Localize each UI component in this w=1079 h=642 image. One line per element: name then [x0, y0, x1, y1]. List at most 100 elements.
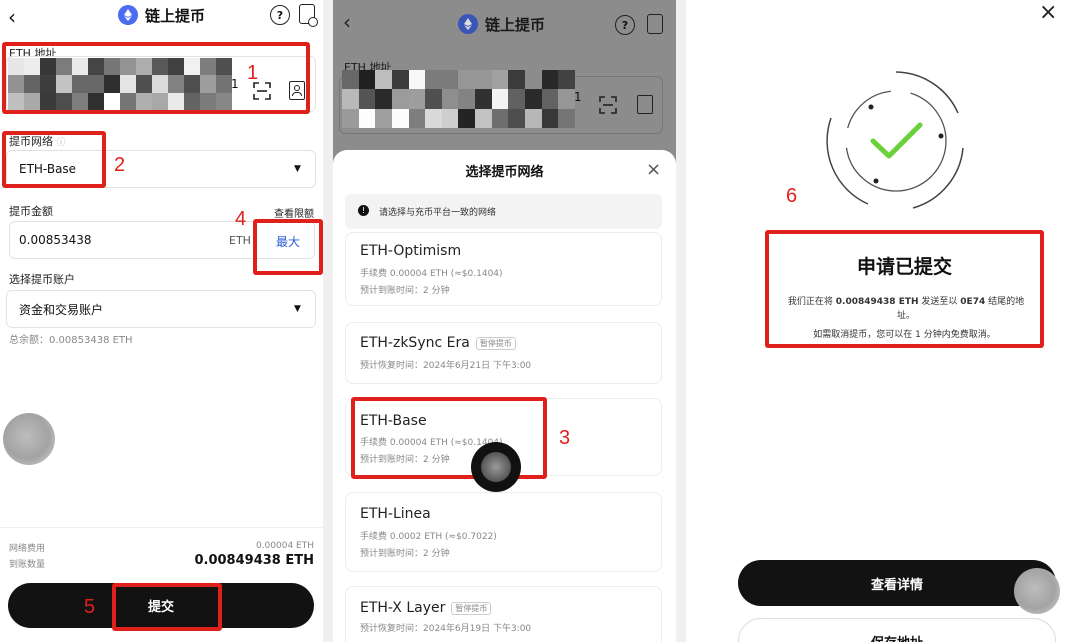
notice-text: 请选择与充币平台一致的网络: [379, 208, 497, 218]
network-option-zksync[interactable]: ETH-zkSync Era 暂停提币 预计恢复时间：2024年6月21日 下午3…: [345, 322, 662, 384]
view-limit-link[interactable]: 查看限额: [274, 205, 314, 220]
pixel-cell: [558, 108, 575, 128]
network-eta: 预计到账时间：2 分钟: [360, 286, 450, 296]
network-fee-value: 0.00004 ETH: [255, 541, 314, 551]
account-value: 资金和交易账户: [19, 303, 104, 317]
page-title: 链上提币: [145, 7, 206, 25]
pixel-cell: [391, 89, 409, 109]
pixel-cell: [525, 89, 542, 109]
page-title: 链上提币: [485, 16, 546, 34]
withdraw-form-panel: ‹ 链上提币 ? ETH 地址 1 1 提币网络 ⓘ ETH-Base ▼ 2 …: [0, 0, 323, 642]
pixel-cell: [441, 108, 459, 128]
network-resume-time: 预计恢复时间：2024年6月21日 下午3:00: [360, 361, 532, 371]
save-address-button[interactable]: 保存地址: [738, 618, 1056, 642]
pixel-cell: [408, 108, 426, 128]
annotation-number-6: 6: [786, 185, 798, 207]
pixel-cell: [541, 108, 559, 128]
account-label: 选择提币账户: [9, 273, 75, 286]
pixel-cell: [458, 89, 476, 109]
pixel-cell: [342, 108, 359, 128]
annotation-box-4: [253, 219, 323, 275]
floating-assist-ball[interactable]: [3, 413, 55, 465]
pixel-cell: [441, 89, 459, 109]
contacts-icon[interactable]: [637, 95, 653, 114]
pixel-cell: [508, 70, 526, 90]
annotation-box-2: [2, 131, 106, 188]
pixel-cell: [475, 108, 492, 128]
network-option-optimism[interactable]: ETH-Optimism 手续费 0.00004 ETH (≈$0.1404) …: [345, 232, 662, 306]
pixel-cell: [391, 70, 409, 90]
suspended-tag: 暂停提币: [451, 601, 492, 615]
annotation-number-5: 5: [84, 596, 96, 618]
pixel-cell: [391, 108, 409, 128]
message-part: 址。: [896, 311, 915, 321]
annotation-number-1: 1: [247, 62, 259, 84]
notice-bar: ! 请选择与充币平台一致的网络: [345, 194, 662, 229]
network-resume-time: 预计恢复时间：2024年6月19日 下午3:00: [360, 624, 532, 634]
success-title: 申请已提交: [856, 256, 952, 278]
help-icon[interactable]: ?: [615, 15, 635, 35]
network-fee-label: 网络费用: [9, 544, 46, 554]
help-icon[interactable]: ?: [270, 5, 290, 25]
amount-label: 提币金额: [9, 205, 53, 218]
message-amount: 0.00849438 ETH: [835, 297, 919, 307]
close-icon[interactable]: ×: [1039, 0, 1057, 25]
network-name: ETH-zkSync Era: [360, 335, 470, 351]
pixel-cell: [358, 89, 376, 109]
pixel-cell: [541, 70, 559, 90]
address-suffix: 1: [574, 90, 582, 104]
network-fee: 手续费 0.0002 ETH (≈$0.7022): [360, 532, 497, 542]
eth-logo-icon: [118, 5, 138, 25]
pixel-cell: [425, 108, 442, 128]
back-arrow-icon[interactable]: ‹: [343, 10, 351, 34]
pixel-cell: [458, 108, 476, 128]
message-address-suffix: 0E74: [960, 297, 986, 307]
eth-logo-icon: [458, 14, 478, 34]
pixel-cell: [508, 89, 526, 109]
chevron-down-icon: ▼: [294, 164, 301, 174]
info-icon: !: [358, 205, 369, 216]
network-name: ETH-Optimism: [360, 243, 462, 259]
annotation-box-1: [2, 42, 310, 114]
network-option-linea[interactable]: ETH-Linea 手续费 0.0002 ETH (≈$0.7022) 预计到账…: [345, 492, 662, 572]
pixel-cell: [491, 108, 509, 128]
pixel-cell: [475, 89, 492, 109]
cancel-hint: 如需取消提币，您可以在 1 分钟内免费取消。: [813, 330, 996, 340]
close-icon[interactable]: ×: [646, 159, 661, 180]
received-amount-value: 0.00849438 ETH: [194, 553, 314, 568]
divider: [0, 527, 323, 528]
annotation-box-5: [112, 583, 222, 631]
pixel-cell: [525, 108, 542, 128]
record-icon[interactable]: [299, 4, 318, 27]
back-arrow-icon[interactable]: ‹: [8, 5, 16, 29]
scan-icon[interactable]: [599, 96, 617, 114]
pixel-cell: [558, 89, 575, 109]
pixel-cell: [541, 89, 559, 109]
pixel-cell: [441, 70, 459, 90]
annotation-number-4: 4: [235, 208, 247, 230]
message-part: 我们正在将: [787, 297, 833, 307]
view-details-button[interactable]: 查看详情: [738, 560, 1056, 606]
network-option-xlayer[interactable]: ETH-X Layer 暂停提币 预计恢复时间：2024年6月19日 下午3:00: [345, 586, 662, 642]
pixel-cell: [425, 89, 442, 109]
chevron-down-icon: ▼: [294, 304, 301, 314]
network-fee: 手续费 0.00004 ETH (≈$0.1404): [360, 269, 503, 279]
panel-divider: [323, 0, 333, 642]
pixel-cell: [342, 89, 359, 109]
network-name: ETH-Linea: [360, 506, 431, 522]
pixel-cell: [358, 70, 376, 90]
pixel-cell: [358, 108, 376, 128]
network-sheet: 选择提币网络 × ! 请选择与充币平台一致的网络 ETH-Optimism 手续…: [333, 150, 676, 642]
success-check-icon: [826, 71, 964, 209]
pixel-cell: [508, 108, 526, 128]
message-part: 发送至以: [921, 297, 958, 307]
blurred-address: [342, 70, 575, 128]
amount-unit: ETH: [229, 234, 251, 247]
network-picker-panel: ‹ 链上提币 ? ETH 地址 1 选择提币网络 × ! 请选择与充币平台一致的…: [333, 0, 676, 642]
message-part: 结尾的地: [988, 297, 1025, 307]
record-icon[interactable]: [647, 14, 663, 34]
touch-indicator: [471, 442, 521, 492]
annotation-number-2: 2: [114, 154, 126, 176]
floating-assist-ball[interactable]: [1014, 568, 1060, 614]
suspended-tag: 暂停提币: [475, 336, 516, 350]
